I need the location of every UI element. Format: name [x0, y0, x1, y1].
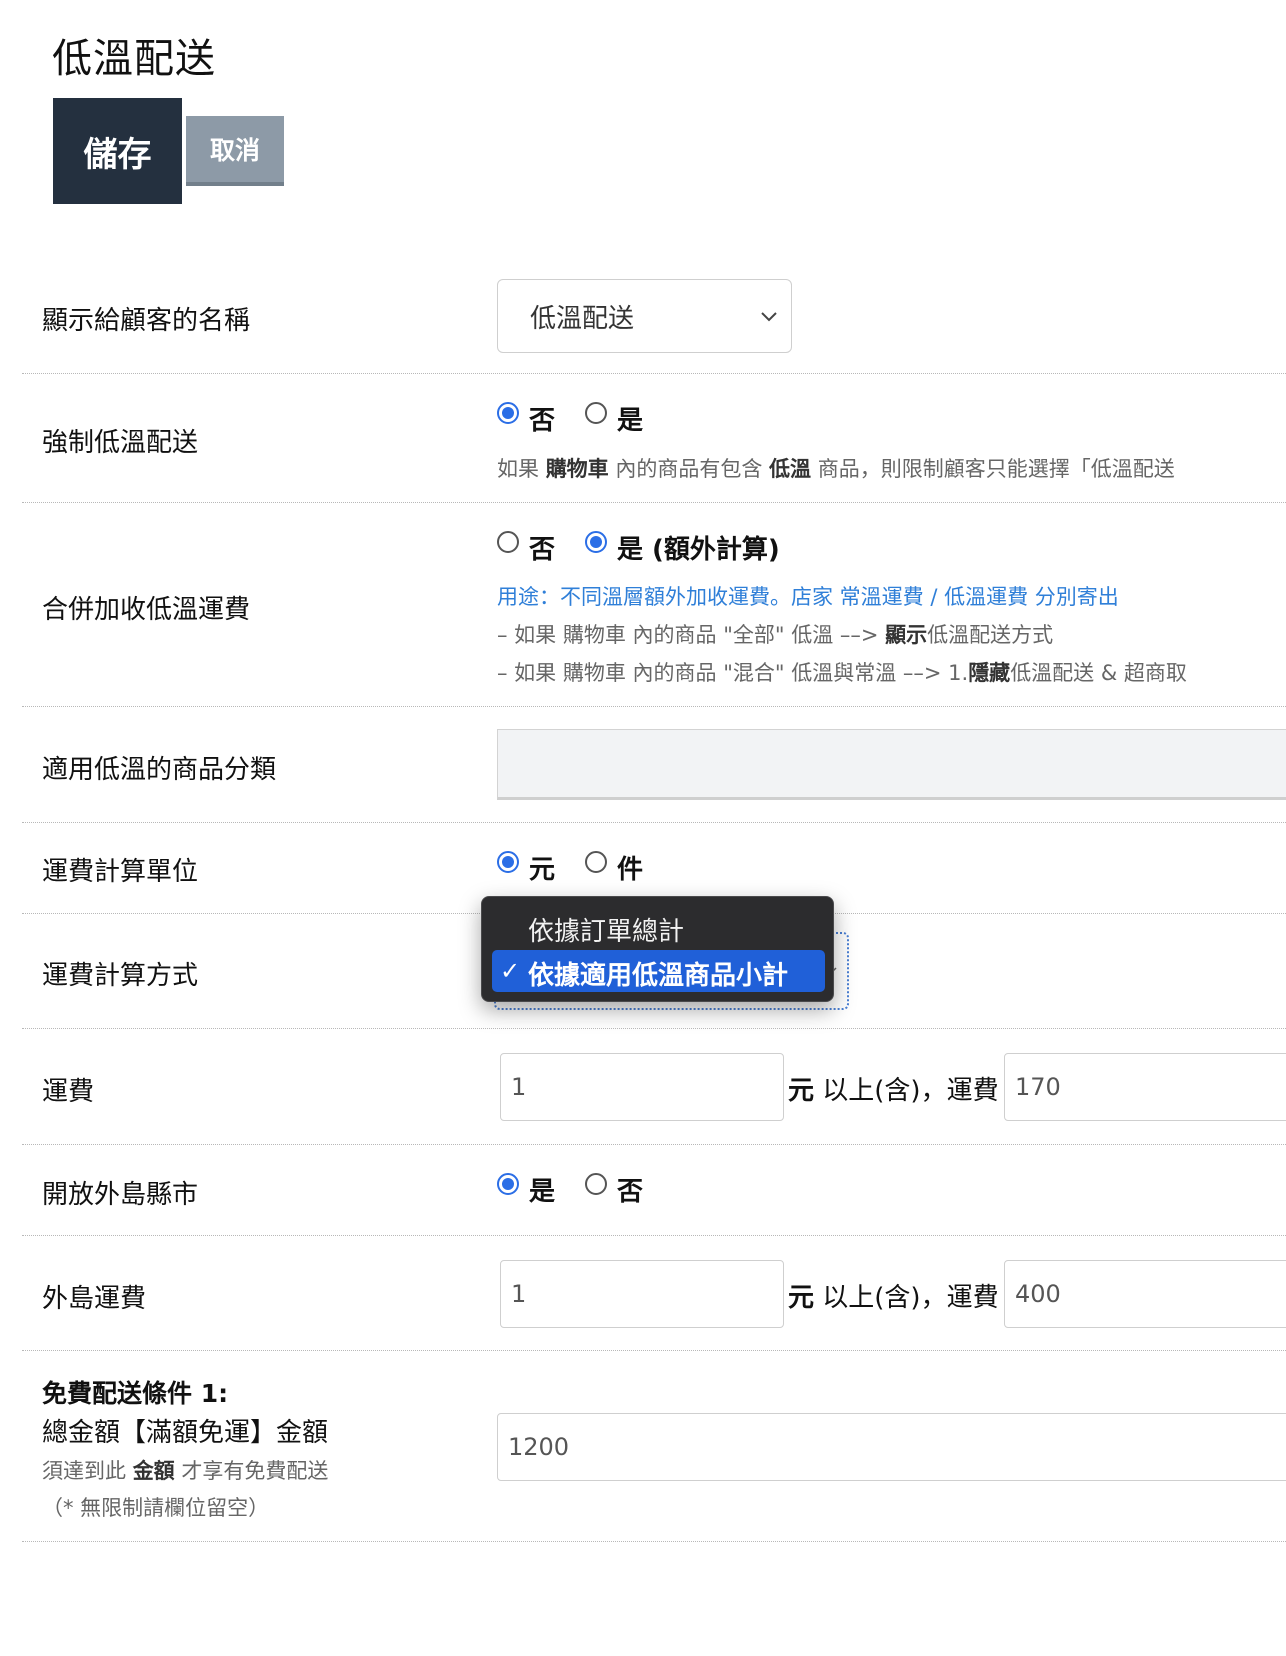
force-cold-no-label: 否 — [529, 406, 556, 436]
categories-label: 適用低溫的商品分類 — [42, 755, 277, 785]
cancel-button[interactable]: 取消 — [186, 116, 284, 186]
save-button[interactable]: 儲存 — [53, 98, 182, 204]
fee-unit-label: 運費計算單位 — [42, 857, 199, 887]
fee-unit-yuan-radio[interactable] — [497, 851, 519, 873]
display-name-value: 低溫配送 — [530, 303, 635, 334]
divider — [22, 373, 1286, 374]
merge-fee-yes-radio[interactable] — [585, 531, 607, 553]
outer-island-yes-radio[interactable] — [497, 1173, 519, 1195]
fee-threshold-input[interactable]: 1 — [500, 1053, 784, 1121]
page-title: 低溫配送 — [52, 36, 216, 82]
free-shipping-subtitle: 總金額【滿額免運】金額 — [42, 1418, 329, 1448]
force-cold-label: 強制低溫配送 — [42, 428, 199, 458]
fee-method-label: 運費計算方式 — [42, 961, 199, 991]
divider — [22, 706, 1286, 707]
force-cold-no-radio[interactable] — [497, 402, 519, 424]
force-cold-yes-label: 是 — [617, 406, 644, 436]
force-cold-hint: 如果 購物車 內的商品有包含 低溫 商品，則限制顧客只能選擇「低溫配送 — [497, 457, 1175, 481]
divider — [22, 502, 1286, 503]
outer-island-no-label: 否 — [617, 1177, 644, 1207]
outer-island-no-radio[interactable] — [585, 1173, 607, 1195]
outer-fee-label: 外島運費 — [42, 1284, 147, 1314]
merge-fee-line1: – 如果 購物車 內的商品 "全部" 低溫 ––> 顯示低溫配送方式 — [497, 623, 1054, 647]
fee-label: 運費 — [42, 1077, 95, 1107]
divider — [22, 1541, 1286, 1542]
merge-fee-purpose: 用途：不同溫層額外加收運費。店家 常溫運費 / 低溫運費 分別寄出 — [497, 585, 1119, 609]
outer-island-yes-label: 是 — [529, 1177, 556, 1207]
outer-fee-amount-input[interactable]: 400 — [1004, 1260, 1286, 1328]
merge-fee-label: 合併加收低溫運費 — [42, 595, 251, 625]
divider — [22, 1235, 1286, 1236]
fee-unit-yuan-label: 元 — [529, 855, 556, 885]
divider — [22, 1028, 1286, 1029]
categories-field[interactable] — [497, 729, 1286, 800]
merge-fee-line2: – 如果 購物車 內的商品 "混合" 低溫與常溫 ––> 1.隱藏低溫配送 & … — [497, 661, 1187, 685]
display-name-label: 顯示給顧客的名稱 — [42, 306, 251, 336]
fee-method-dropdown: 依據訂單總計 ✓ 依據適用低溫商品小計 — [481, 896, 834, 1002]
outer-fee-threshold-input[interactable]: 1 — [500, 1260, 784, 1328]
free-shipping-title: 免費配送條件 1: — [42, 1379, 229, 1408]
fee-amount-input[interactable]: 170 — [1004, 1053, 1286, 1121]
force-cold-yes-radio[interactable] — [585, 402, 607, 424]
display-name-select[interactable]: 低溫配送 — [497, 279, 792, 353]
outer-fee-inline-text: 元 以上(含)，運費 — [788, 1283, 999, 1313]
outer-island-label: 開放外島縣市 — [42, 1180, 199, 1210]
checkmark-icon: ✓ — [500, 957, 521, 985]
merge-fee-yes-label: 是 (額外計算) — [617, 535, 780, 565]
free-shipping-hint: 須達到此 金額 才享有免費配送 — [42, 1459, 329, 1483]
divider — [22, 1350, 1286, 1351]
dropdown-option-cold-subtotal[interactable]: 依據適用低溫商品小計 — [528, 955, 788, 992]
divider — [22, 1144, 1286, 1145]
merge-fee-no-label: 否 — [529, 535, 556, 565]
fee-unit-item-radio[interactable] — [585, 851, 607, 873]
merge-fee-no-radio[interactable] — [497, 531, 519, 553]
divider — [22, 822, 1286, 823]
dropdown-option-order-total[interactable]: 依據訂單總計 — [528, 911, 684, 948]
fee-inline-text: 元 以上(含)，運費 — [788, 1076, 999, 1106]
chevron-down-icon — [761, 312, 777, 322]
free-shipping-amount-input[interactable]: 1200 — [497, 1413, 1286, 1481]
fee-unit-item-label: 件 — [617, 855, 644, 885]
free-shipping-note: （* 無限制請欄位留空） — [42, 1496, 270, 1520]
